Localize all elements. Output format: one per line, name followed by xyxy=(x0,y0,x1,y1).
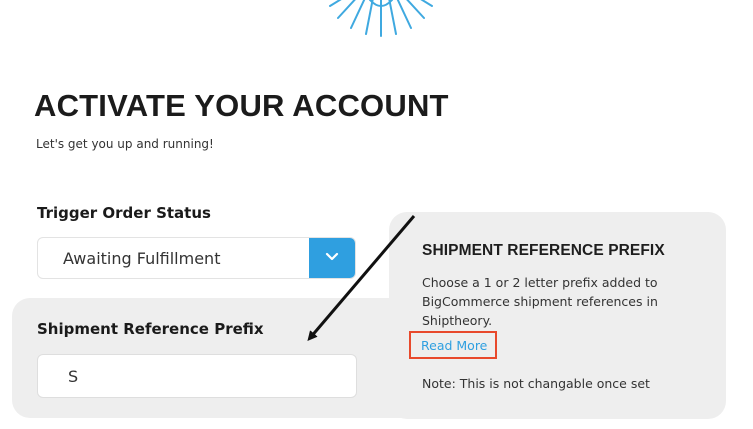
help-title: SHIPMENT REFERENCE PREFIX xyxy=(422,242,665,259)
trigger-order-status-label: Trigger Order Status xyxy=(37,204,211,222)
shipment-reference-prefix-input[interactable] xyxy=(37,354,357,398)
help-note: Note: This is not changable once set xyxy=(422,376,650,391)
chevron-down-icon xyxy=(325,252,339,261)
page-subtitle: Let's get you up and running! xyxy=(36,137,214,151)
page-title: ACTIVATE YOUR ACCOUNT xyxy=(34,88,449,123)
dropdown-toggle-button[interactable] xyxy=(309,238,355,278)
trigger-order-status-select[interactable]: Awaiting Fulfillment xyxy=(37,237,356,279)
help-description: Choose a 1 or 2 letter prefix added to B… xyxy=(422,275,658,328)
trigger-order-status-value: Awaiting Fulfillment xyxy=(63,249,221,268)
sunburst-logo-icon xyxy=(329,0,433,37)
read-more-link[interactable]: Read More xyxy=(421,338,487,353)
shipment-reference-prefix-label: Shipment Reference Prefix xyxy=(37,320,264,338)
